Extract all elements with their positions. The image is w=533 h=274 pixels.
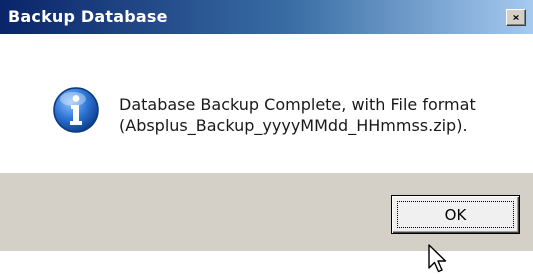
- button-bar: OK: [0, 173, 533, 251]
- message-area: Database Backup Complete, with File form…: [0, 34, 533, 173]
- backup-database-dialog: Backup Database Database Backup Complete…: [0, 0, 533, 251]
- message-line-1: Database Backup Complete, with File form…: [119, 95, 476, 114]
- dialog-title: Backup Database: [8, 7, 168, 26]
- message-text: Database Backup Complete, with File form…: [119, 94, 476, 136]
- ok-button-label: OK: [444, 205, 467, 224]
- title-bar[interactable]: Backup Database: [0, 0, 533, 34]
- ok-button[interactable]: OK: [391, 195, 520, 234]
- close-icon: [513, 14, 519, 21]
- message-line-2: (Absplus_Backup_yyyyMMdd_HHmmss.zip).: [119, 116, 468, 135]
- info-icon: [53, 87, 99, 133]
- close-button[interactable]: [506, 9, 526, 26]
